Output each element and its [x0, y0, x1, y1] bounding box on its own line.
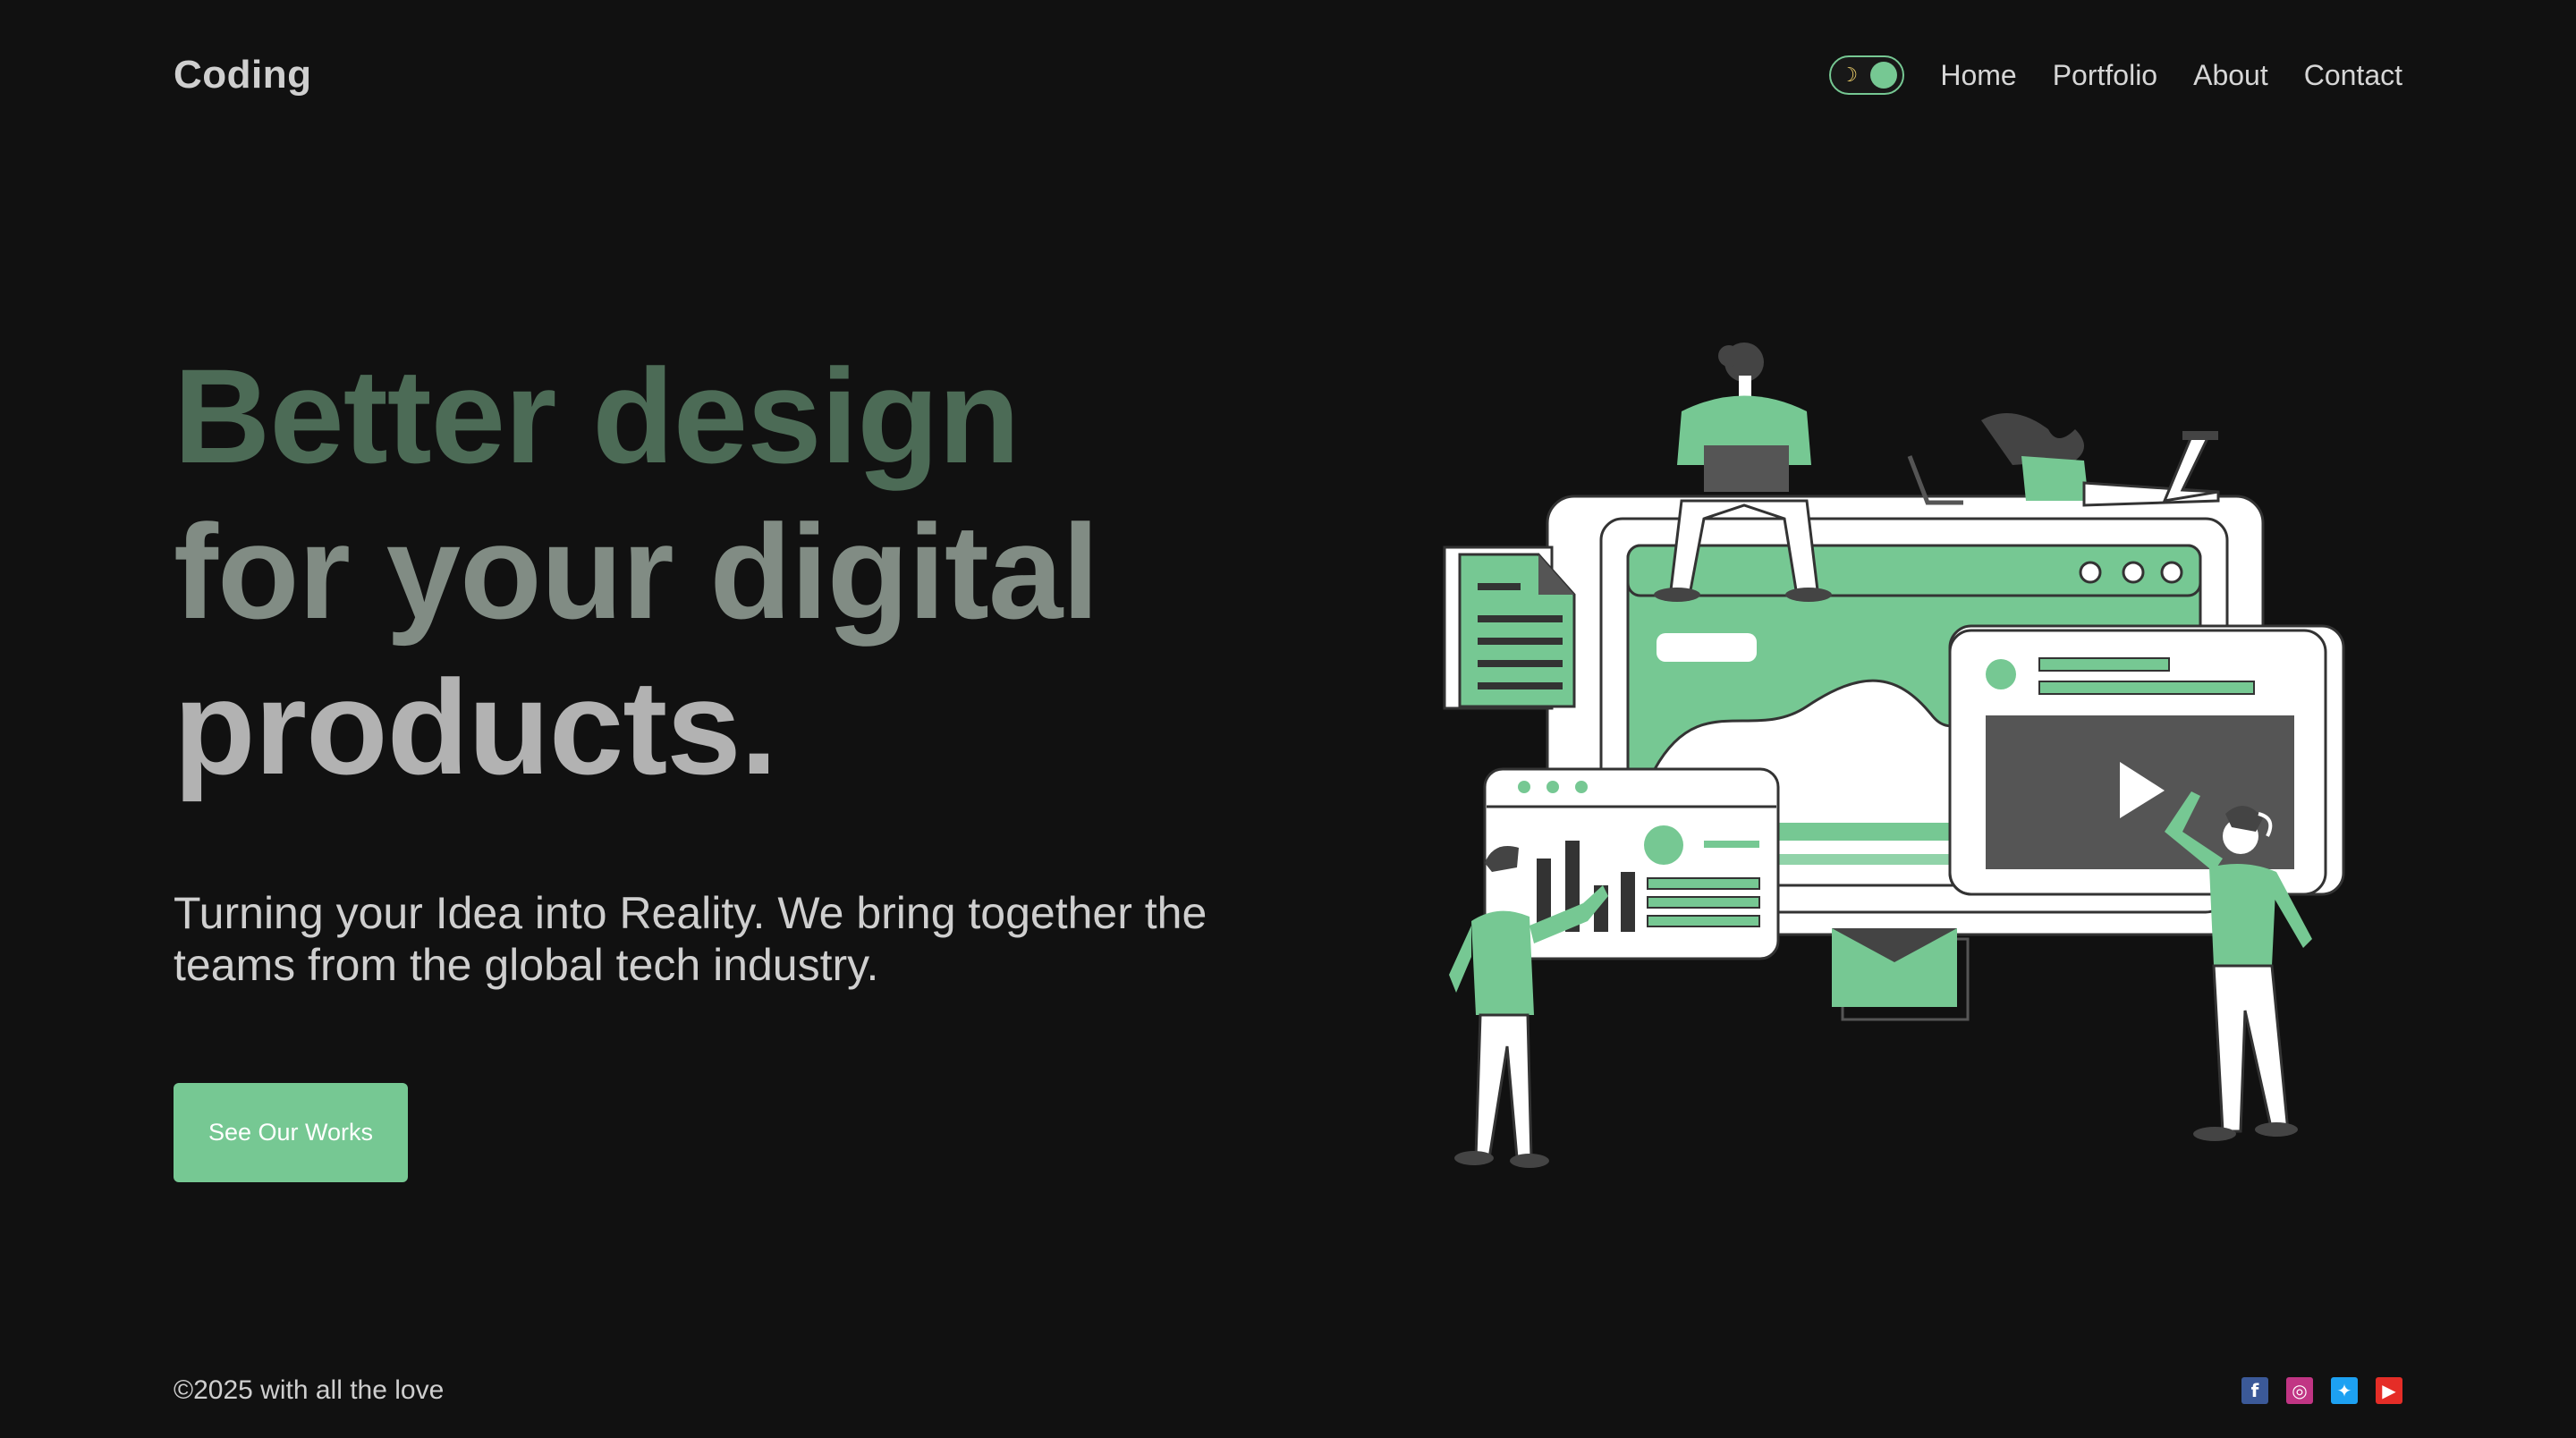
- hero-title: Better design for your digital products.: [174, 338, 1099, 805]
- see-our-works-button[interactable]: See Our Works: [174, 1083, 408, 1182]
- hero-title-line-2: for your digital: [174, 496, 1099, 647]
- nav-link-about[interactable]: About: [2193, 59, 2268, 92]
- twitter-icon[interactable]: ✦: [2331, 1377, 2358, 1404]
- youtube-icon[interactable]: ▶: [2376, 1377, 2402, 1404]
- toggle-knob: [1870, 62, 1898, 89]
- hero-title-line-3: products.: [174, 652, 777, 802]
- nav-link-contact[interactable]: Contact: [2304, 59, 2402, 92]
- instagram-icon[interactable]: ◎: [2286, 1377, 2313, 1404]
- envelope-illustration: [1832, 928, 1970, 1021]
- nav-right: ☽ Home Portfolio About Contact: [1829, 55, 2402, 95]
- hero-title-line-1: Better design: [174, 341, 1021, 491]
- nav-link-home[interactable]: Home: [1940, 59, 2016, 92]
- theme-toggle[interactable]: ☽: [1829, 55, 1905, 95]
- document-illustration: [1443, 546, 1576, 710]
- person-lying-illustration: [1907, 413, 2220, 507]
- hero-subtitle: Turning your Idea into Reality. We bring…: [174, 888, 1208, 990]
- logo[interactable]: Coding: [174, 53, 312, 97]
- nav-link-portfolio[interactable]: Portfolio: [2053, 59, 2157, 92]
- social-links: f ◎ ✦ ▶: [2241, 1377, 2402, 1404]
- video-card-illustration: [1948, 624, 2345, 896]
- page: Coding ☽ Home Portfolio About Contact Be…: [0, 0, 2576, 1438]
- hero-illustration: [1443, 343, 2345, 1168]
- navbar: Coding ☽ Home Portfolio About Contact: [174, 43, 2402, 107]
- moon-icon: ☽: [1840, 63, 1859, 86]
- copyright-text: ©2025 with all the love: [174, 1375, 445, 1405]
- facebook-icon[interactable]: f: [2241, 1377, 2268, 1404]
